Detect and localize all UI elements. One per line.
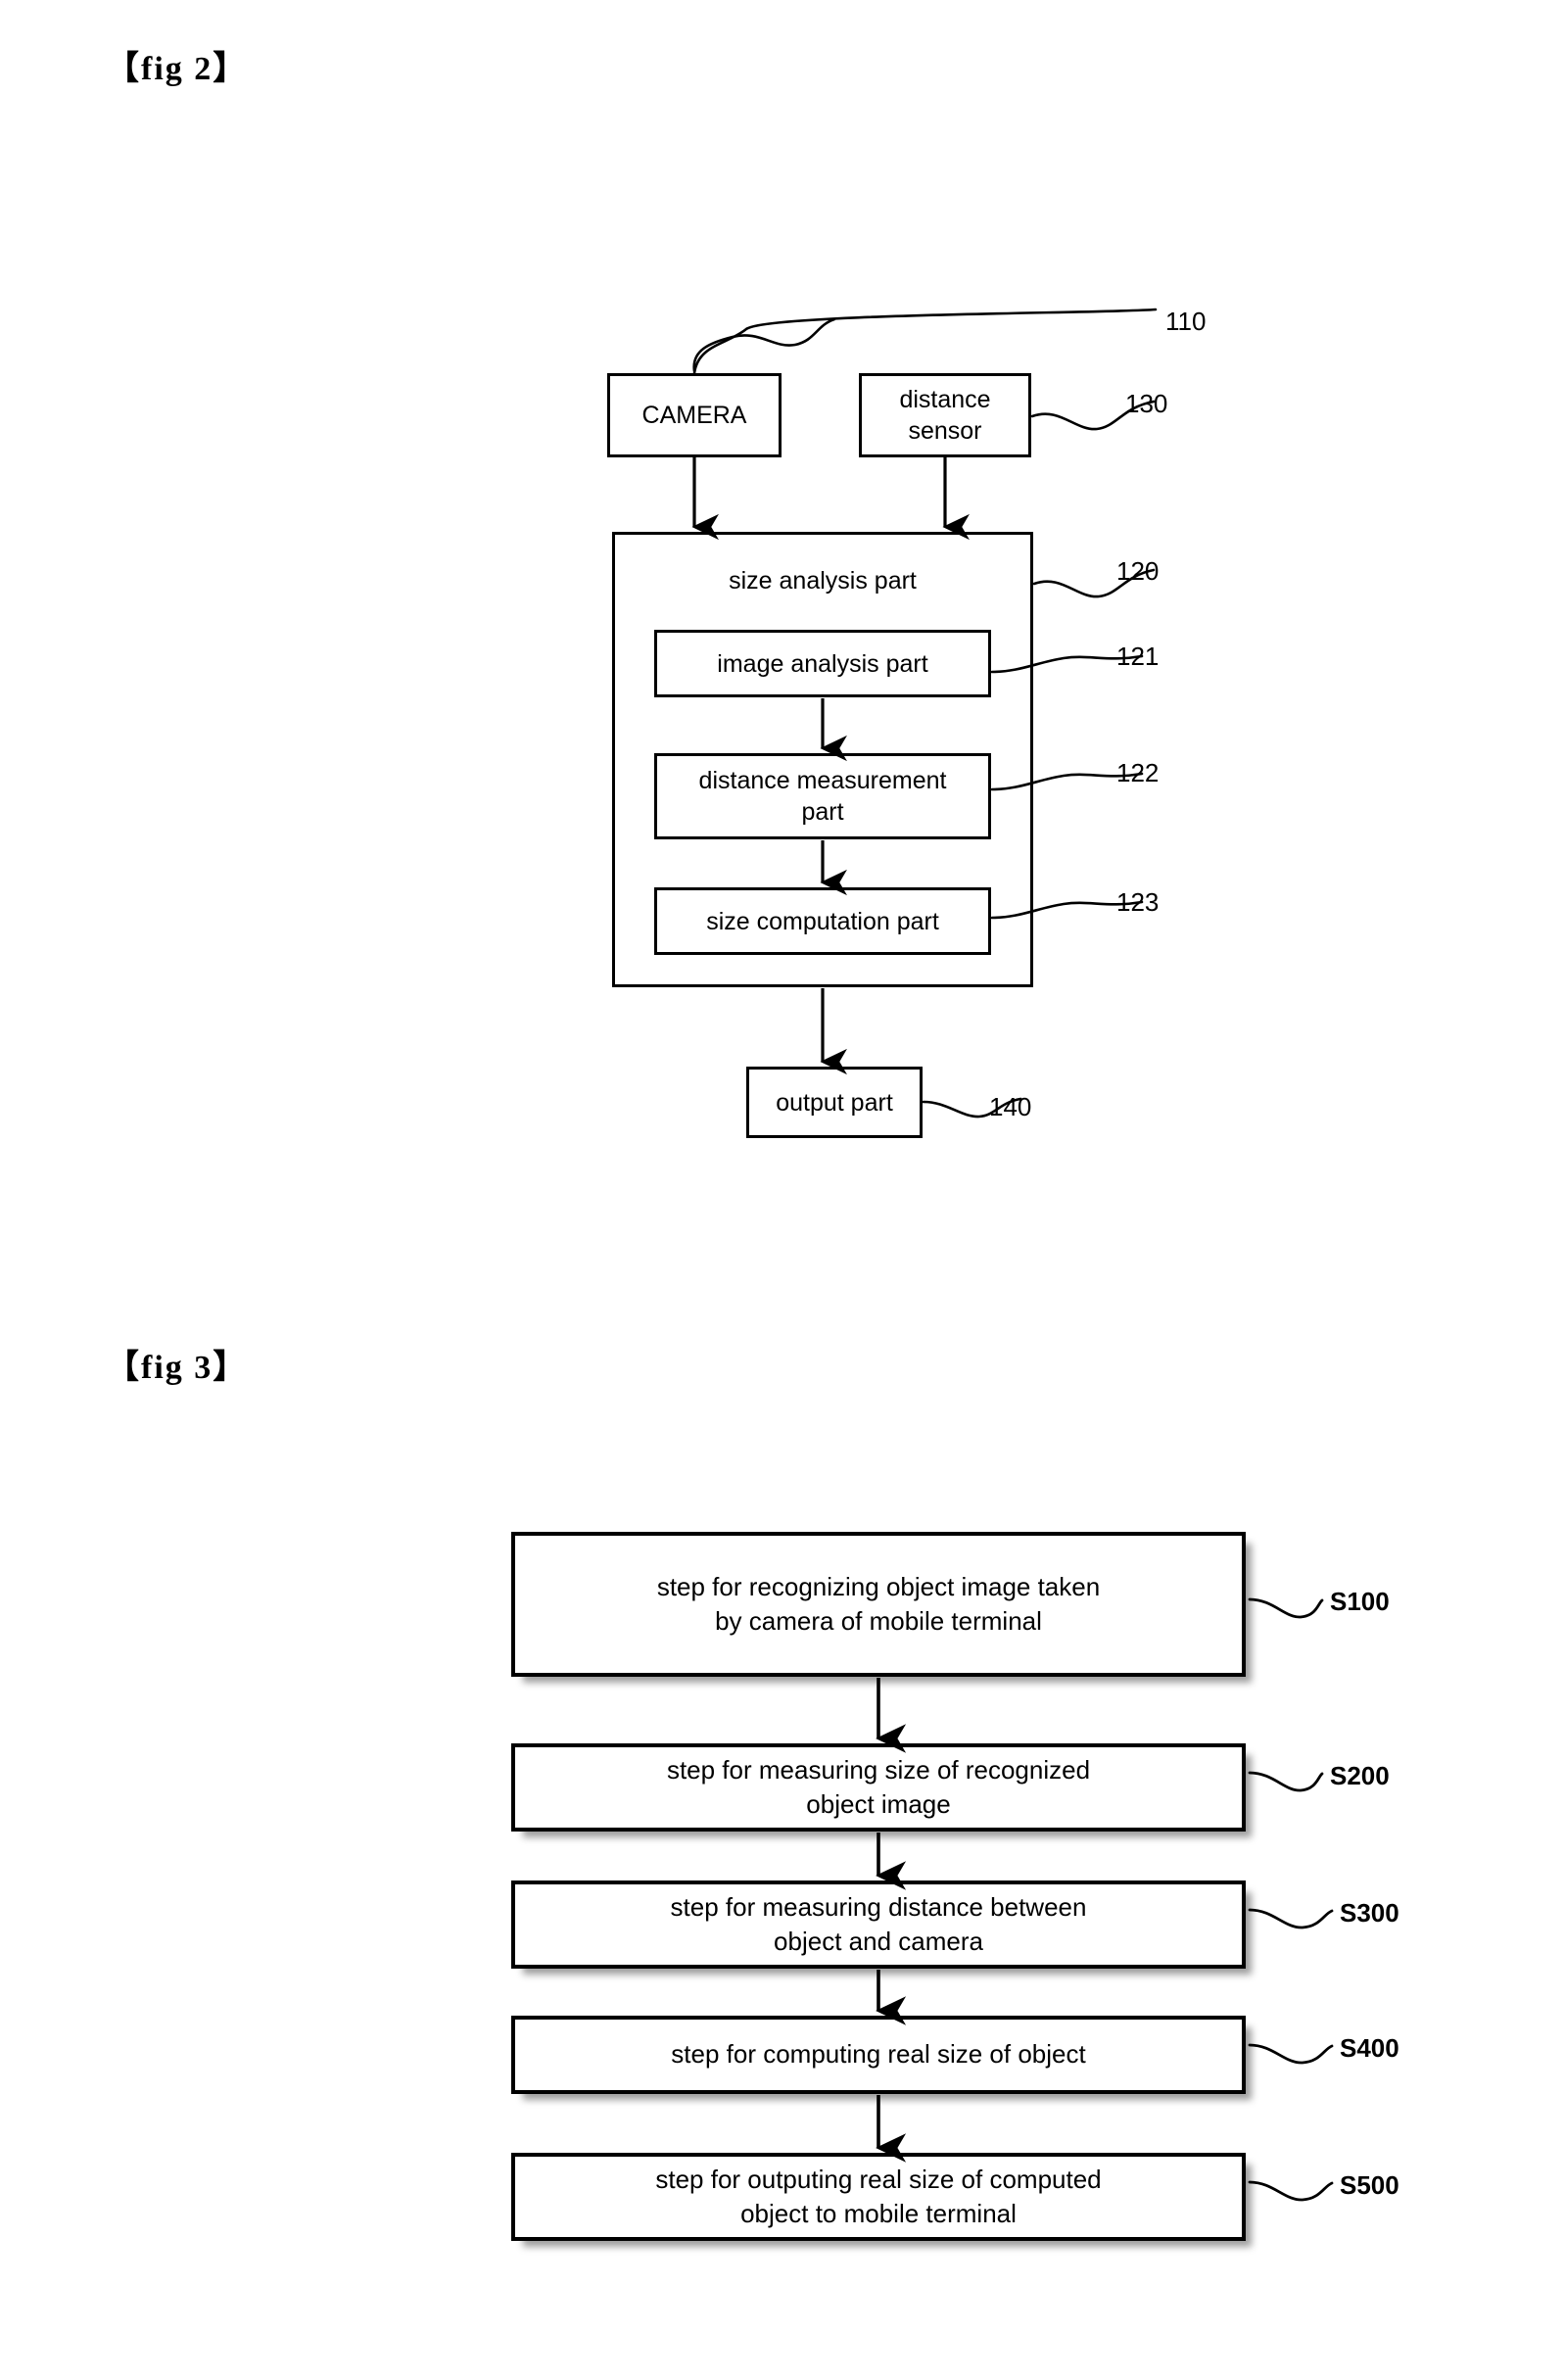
flow-step-s300-line2: object and camera (774, 1927, 983, 1956)
flow-step-s500-line1: step for outputing real size of computed (655, 2164, 1102, 2194)
block-camera: CAMERA (607, 373, 782, 457)
flow-step-s100-line1: step for recognizing object image taken (656, 1571, 1101, 1601)
block-size-analysis-part-label: size analysis part (729, 567, 917, 595)
reference-numeral-121: 121 (1116, 642, 1160, 671)
leader-line-110 (692, 308, 1158, 375)
block-distance-sensor-label-line2: sensor (908, 417, 982, 445)
block-size-computation-part-label: size computation part (706, 907, 939, 935)
flow-step-s400: step for computing real size of object (511, 2016, 1246, 2094)
flow-step-s400-line1: step for computing real size of object (671, 2039, 1086, 2070)
reference-numeral-s400: S400 (1340, 2033, 1399, 2063)
leader-line-s100 (1248, 1597, 1324, 1619)
leader-line-s200 (1248, 1771, 1324, 1792)
leader-line-s400 (1248, 2043, 1334, 2065)
flow-step-s500-line2: object to mobile terminal (740, 2199, 1017, 2228)
flow-step-s200: step for measuring size of recognized ob… (511, 1743, 1246, 1832)
reference-numeral-140: 140 (989, 1092, 1032, 1121)
drawing-sheet: 【fig 2】 CAMERA distance sensor size anal… (0, 0, 1564, 2380)
flow-step-s500: step for outputing real size of computed… (511, 2153, 1246, 2241)
flow-step-s100: step for recognizing object image taken … (511, 1532, 1246, 1677)
flow-step-s300-line1: step for measuring distance between (670, 1891, 1087, 1922)
block-output-part-label: output part (776, 1088, 893, 1117)
reference-numeral-s500: S500 (1340, 2170, 1399, 2200)
figure-2-caption: 【fig 2】 (106, 51, 249, 87)
flow-step-s300: step for measuring distance between obje… (511, 1880, 1246, 1969)
leader-line-110-curve (692, 317, 836, 373)
reference-numeral-122: 122 (1116, 758, 1160, 787)
block-distance-measurement-part: distance measurement part (654, 753, 991, 839)
fig2-leader-line-110-group (692, 317, 836, 373)
block-camera-label: CAMERA (641, 402, 747, 429)
reference-numeral-120: 120 (1116, 556, 1160, 586)
flow-step-s200-line1: step for measuring size of recognized (666, 1754, 1091, 1785)
reference-numeral-110: 110 (1165, 307, 1207, 336)
flow-step-s100-line2: by camera of mobile terminal (715, 1606, 1042, 1636)
leader-line-s300 (1248, 1908, 1334, 1929)
fig3-leader-lines (1248, 1597, 1334, 2202)
reference-numeral-123: 123 (1116, 887, 1160, 917)
block-distance-measurement-part-label-line2: part (801, 798, 844, 826)
figure-3-caption: 【fig 3】 (106, 1350, 249, 1386)
block-size-computation-part: size computation part (654, 887, 991, 955)
leader-line-s500 (1248, 2180, 1334, 2202)
block-distance-sensor-label-line1: distance (899, 386, 991, 413)
reference-numeral-130: 130 (1125, 389, 1168, 418)
reference-numeral-s300: S300 (1340, 1898, 1399, 1928)
flow-step-s200-line2: object image (806, 1789, 951, 1819)
block-distance-sensor: distance sensor (859, 373, 1031, 457)
reference-numeral-s200: S200 (1330, 1761, 1390, 1790)
block-image-analysis-part-label: image analysis part (717, 649, 928, 678)
block-distance-measurement-part-label-line1: distance measurement (698, 767, 947, 794)
reference-numeral-s100: S100 (1330, 1587, 1390, 1616)
block-output-part: output part (746, 1067, 923, 1138)
block-image-analysis-part: image analysis part (654, 630, 991, 697)
